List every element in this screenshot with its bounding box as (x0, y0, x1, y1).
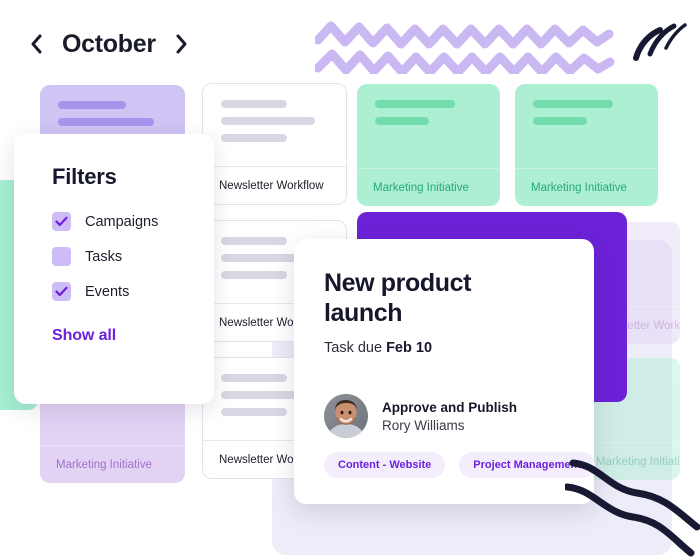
card-label: Marketing Initiative (357, 168, 500, 206)
placeholder-bar (58, 118, 154, 126)
card-placeholder-bars (357, 84, 500, 125)
board-card-newsletter-1[interactable]: Newsletter Workflow (202, 83, 347, 205)
task-title: New product launch (324, 269, 471, 327)
show-all-link[interactable]: Show all (52, 327, 214, 345)
checkbox-checked-icon[interactable] (52, 282, 71, 301)
dark-arc-decoration (630, 20, 690, 66)
filters-panel: Filters Campaigns Tasks Events Show all (14, 134, 214, 404)
card-placeholder-bars (203, 84, 346, 142)
placeholder-bar (58, 101, 126, 109)
assignee-person-name: Rory Williams (382, 417, 465, 433)
card-placeholder-bars (515, 84, 658, 125)
tag-content-website[interactable]: Content - Website (324, 452, 446, 478)
filter-label: Tasks (85, 248, 123, 265)
placeholder-bar (533, 117, 587, 125)
placeholder-bar (221, 408, 288, 416)
card-label: Newsletter Workflow (203, 166, 346, 204)
placeholder-bar (221, 374, 288, 382)
assignee-task-name: Approve and Publish (382, 399, 518, 415)
assignee-block: Approve and Publish Rory Williams (324, 394, 517, 438)
filter-label: Campaigns (85, 213, 159, 230)
page-title: October (62, 29, 156, 58)
tag-project-management[interactable]: Project Management (459, 452, 595, 478)
card-label: Marketing Initiative (515, 168, 658, 206)
app-canvas: Marketing Initiative Newsletter Workflow… (0, 0, 700, 560)
placeholder-bar (221, 271, 288, 279)
filter-option-events[interactable]: Events (52, 282, 214, 301)
placeholder-bar (375, 117, 429, 125)
placeholder-bar (221, 117, 316, 125)
task-detail-card: New product launch Task due Feb 10 Appro… (294, 239, 595, 504)
checkbox-checked-icon[interactable] (52, 212, 71, 231)
filter-label: Events (85, 283, 130, 300)
tag-list: Content - Website Project Management (324, 452, 595, 478)
card-label: Marketing Initiative (580, 442, 680, 480)
task-due-value: Feb 10 (386, 340, 433, 356)
placeholder-bar (375, 100, 456, 108)
assignee-text: Approve and Publish Rory Williams (382, 400, 517, 433)
placeholder-bar (533, 100, 614, 108)
card-label: Marketing Initiative (40, 445, 185, 483)
placeholder-bar (221, 134, 288, 142)
filter-option-campaigns[interactable]: Campaigns (52, 212, 214, 231)
placeholder-bar (221, 100, 288, 108)
month-navigation: October (26, 22, 192, 66)
zigzag-squiggle-decoration (313, 18, 615, 77)
board-card-marketing-1[interactable]: Marketing Initiative (357, 84, 500, 206)
task-due-prefix: Task due (324, 340, 387, 356)
filter-option-tasks[interactable]: Tasks (52, 247, 214, 266)
task-due-date: Task due Feb 10 (324, 340, 566, 356)
checkbox-unchecked-icon[interactable] (52, 247, 71, 266)
chevron-left-icon[interactable] (26, 31, 46, 57)
placeholder-bar (221, 237, 288, 245)
board-card-marketing-2[interactable]: Marketing Initiative (515, 84, 658, 206)
chevron-right-icon[interactable] (172, 31, 192, 57)
filters-title: Filters (52, 164, 117, 189)
avatar[interactable] (324, 394, 368, 438)
